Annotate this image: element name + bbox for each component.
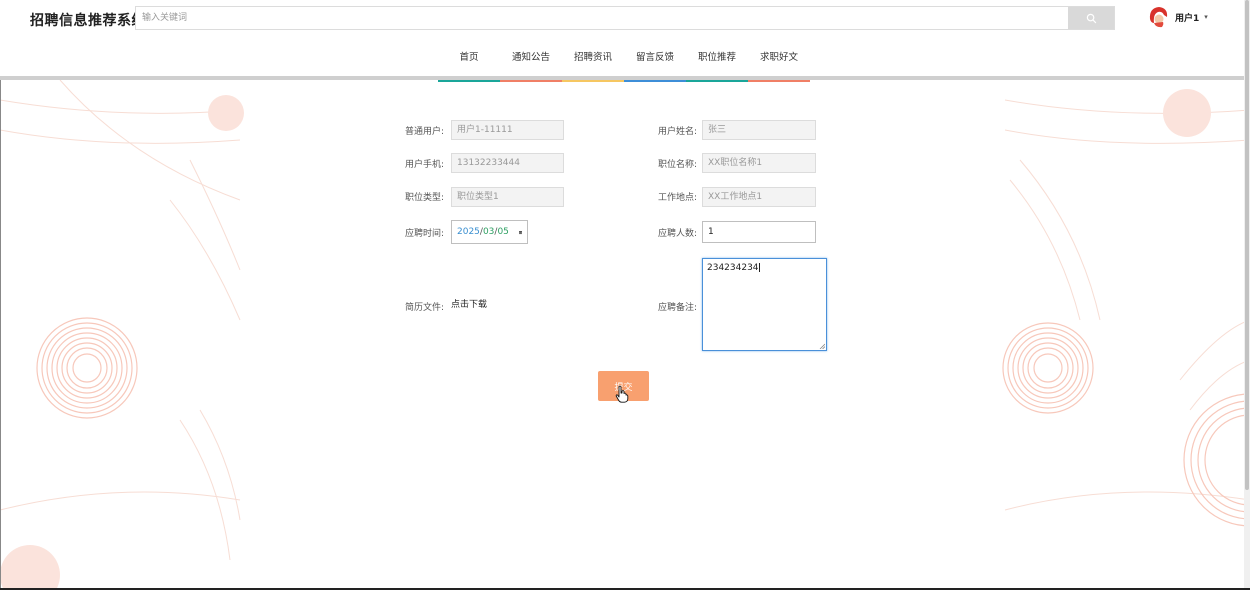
date-month: 03 xyxy=(482,227,495,237)
position-type-label: 职位类型: xyxy=(404,193,444,203)
scrollbar-thumb[interactable] xyxy=(1245,0,1249,490)
header: 招聘信息推荐系统 用户1 ▾ 首页 通知公告 招聘资讯 xyxy=(0,0,1250,82)
remark-label: 应聘备注: xyxy=(657,303,697,313)
position-name-field[interactable]: XX职位名称1 xyxy=(702,153,816,173)
nav-divider xyxy=(0,76,1250,80)
position-name-label: 职位名称: xyxy=(657,160,697,170)
apply-time-label: 应聘时间: xyxy=(404,229,444,239)
nav-item-label: 职位推荐 xyxy=(697,52,736,63)
search-icon xyxy=(1086,13,1096,23)
user-name: 用户1 xyxy=(1175,13,1200,24)
normal-user-label: 普通用户: xyxy=(404,127,444,137)
nav-item-label: 首页 xyxy=(459,52,479,63)
nav-item-label: 招聘资讯 xyxy=(573,52,612,63)
remark-text: 234234234 xyxy=(707,263,759,273)
background-decoration xyxy=(0,80,1250,590)
apply-date-input[interactable]: 2025/03/05 xyxy=(451,220,528,244)
text-caret xyxy=(758,263,760,272)
chevron-down-icon: ▾ xyxy=(1204,13,1208,21)
page-left-border xyxy=(0,80,1,590)
nav-item-label: 通知公告 xyxy=(511,52,550,63)
search-box xyxy=(135,6,1115,30)
phone-field[interactable]: 13132233444 xyxy=(451,153,564,173)
search-button[interactable] xyxy=(1068,7,1114,29)
work-location-field[interactable]: XX工作地点1 xyxy=(702,187,816,207)
remark-textarea[interactable]: 234234234 xyxy=(702,258,827,351)
avatar-icon xyxy=(1148,7,1168,28)
search-input[interactable] xyxy=(136,7,1068,29)
app-title: 招聘信息推荐系统 xyxy=(30,13,146,29)
applicants-label: 应聘人数: xyxy=(657,229,697,239)
nav-item-label: 留言反馈 xyxy=(635,52,674,63)
date-year: 2025 xyxy=(457,227,480,237)
nav-item-label: 求职好文 xyxy=(759,52,798,63)
hand-cursor-icon xyxy=(615,385,629,403)
user-menu[interactable]: 用户1 ▾ xyxy=(1146,4,1208,30)
resize-handle-icon[interactable] xyxy=(819,343,825,349)
work-location-label: 工作地点: xyxy=(657,193,697,203)
user-name-label: 用户姓名: xyxy=(657,127,697,137)
user-name-field[interactable]: 张三 xyxy=(702,120,816,140)
resume-download-link[interactable]: 点击下载 xyxy=(451,297,487,310)
normal-user-field[interactable]: 用户1-11111 xyxy=(451,120,564,140)
applicants-field[interactable]: 1 xyxy=(702,221,816,243)
resume-label: 简历文件: xyxy=(404,303,444,313)
calendar-icon[interactable] xyxy=(518,228,522,237)
position-type-field[interactable]: 职位类型1 xyxy=(451,187,564,207)
date-day: 05 xyxy=(497,227,509,237)
phone-label: 用户手机: xyxy=(404,160,444,170)
